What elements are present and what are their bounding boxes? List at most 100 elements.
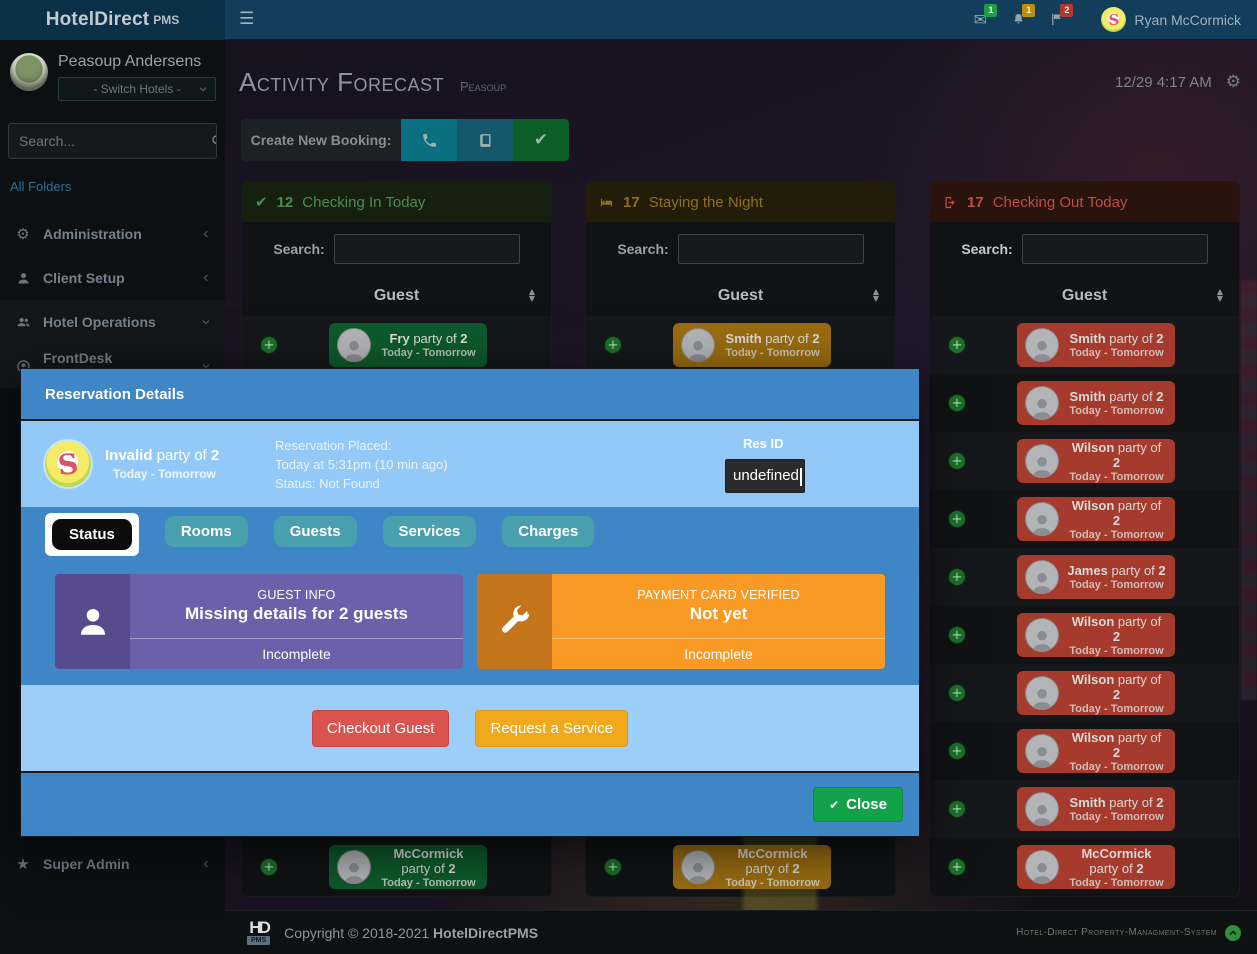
guest-column-header[interactable]: Guest▲▼ bbox=[930, 276, 1239, 316]
checkin-search-input[interactable] bbox=[334, 234, 520, 264]
guest-dates: Today - Tomorrow bbox=[1067, 579, 1167, 591]
status-card-heading: PAYMENT CARD VERIFIED bbox=[637, 588, 800, 602]
guest-pill[interactable]: Wilson party of 2Today - Tomorrow bbox=[1017, 671, 1175, 715]
add-icon[interactable]: + bbox=[948, 510, 966, 528]
add-icon[interactable]: + bbox=[948, 684, 966, 702]
all-folders-link[interactable]: All Folders bbox=[10, 179, 225, 194]
add-icon[interactable]: + bbox=[948, 800, 966, 818]
sidebar-item-super-admin[interactable]: ★Super Admin bbox=[0, 842, 225, 886]
guest-dates: Today - Tomorrow bbox=[1067, 703, 1167, 715]
reservation-placed: Reservation Placed: Today at 5:31pm (10 … bbox=[275, 436, 725, 493]
gear-icon[interactable]: ⚙ bbox=[1226, 74, 1241, 91]
guest-pill[interactable]: Wilson party of 2Today - Tomorrow bbox=[1017, 497, 1175, 541]
add-icon[interactable]: + bbox=[948, 742, 966, 760]
guest-avatar bbox=[1025, 618, 1059, 652]
booking-check-button[interactable]: ✔ bbox=[513, 119, 569, 161]
add-icon[interactable]: + bbox=[948, 626, 966, 644]
add-icon[interactable]: + bbox=[604, 858, 622, 876]
alerts-button[interactable]: 1 bbox=[999, 0, 1037, 40]
add-icon[interactable]: + bbox=[948, 336, 966, 354]
guest-avatar bbox=[1025, 792, 1059, 826]
status-card-status: Incomplete bbox=[130, 638, 463, 669]
staying-search-input[interactable] bbox=[678, 234, 864, 264]
add-icon[interactable]: + bbox=[604, 336, 622, 354]
switch-hotels-select[interactable]: - Switch Hotels - bbox=[58, 77, 216, 101]
guest-pill[interactable]: Wilson party of 2Today - Tomorrow bbox=[1017, 439, 1175, 483]
guest-line: McCormick party of 2 bbox=[1067, 846, 1167, 876]
column-count: 17 bbox=[623, 194, 640, 211]
guest-pill-text: Smith party of 2Today - Tomorrow bbox=[723, 331, 823, 359]
guest-row: + Wilson party of 2Today - Tomorrow bbox=[930, 722, 1239, 780]
guest-line: Wilson party of 2 bbox=[1067, 614, 1167, 644]
tab-charges[interactable]: Charges bbox=[502, 516, 594, 547]
guest-column-header[interactable]: Guest▲▼ bbox=[242, 276, 551, 316]
chevron-left-icon bbox=[201, 273, 211, 283]
app-logo[interactable]: HotelDirect PMS bbox=[0, 0, 225, 40]
sidebar-item-label: Client Setup bbox=[43, 270, 125, 286]
sidebar-item-administration[interactable]: ⚙Administration bbox=[0, 212, 225, 256]
messages-button[interactable]: ✉1 bbox=[961, 0, 999, 40]
brand-text: HotelDirect bbox=[46, 9, 150, 31]
guest-name: Smith bbox=[726, 331, 762, 346]
column-count: 17 bbox=[967, 194, 984, 211]
guest-pill[interactable]: Smith party of 2Today - Tomorrow bbox=[673, 323, 831, 367]
guest-avatar bbox=[681, 328, 715, 362]
guest-pill[interactable]: Wilson party of 2Today - Tomorrow bbox=[1017, 729, 1175, 773]
guest-pill-text: Wilson party of 2Today - Tomorrow bbox=[1067, 730, 1167, 773]
chevron-up-icon[interactable] bbox=[1225, 925, 1241, 941]
guest-dates: Today - Tomorrow bbox=[113, 467, 275, 481]
background-flag-stripes bbox=[1241, 280, 1257, 700]
guest-row: + Smith party of 2Today - Tomorrow bbox=[930, 374, 1239, 432]
booking-phone-button[interactable] bbox=[401, 119, 457, 161]
booking-book-button[interactable] bbox=[457, 119, 513, 161]
guest-avatar bbox=[1025, 560, 1059, 594]
tab-guests[interactable]: Guests bbox=[274, 516, 357, 547]
guest-name: Fry bbox=[389, 331, 409, 346]
create-booking-bar: Create New Booking: ✔ bbox=[241, 119, 569, 161]
checkout-search-input[interactable] bbox=[1022, 234, 1208, 264]
guest-avatar bbox=[337, 328, 371, 362]
hamburger-icon[interactable]: ☰ bbox=[239, 11, 254, 28]
close-button[interactable]: ✔ Close bbox=[813, 787, 903, 822]
create-booking-label: Create New Booking: bbox=[241, 119, 401, 161]
res-id-block: Res ID undefined bbox=[725, 436, 895, 493]
tab-active-wrap[interactable]: Status bbox=[45, 513, 139, 556]
res-id-input[interactable]: undefined bbox=[725, 459, 805, 493]
tab-rooms[interactable]: Rooms bbox=[165, 516, 248, 547]
text-caret bbox=[800, 468, 802, 486]
guest-pill[interactable]: Smith party of 2Today - Tomorrow bbox=[1017, 381, 1175, 425]
add-icon[interactable]: + bbox=[260, 336, 278, 354]
guest-pill[interactable]: Fry party of 2Today - Tomorrow bbox=[329, 323, 487, 367]
guest-pill[interactable]: Smith party of 2Today - Tomorrow bbox=[1017, 323, 1175, 367]
guest-header-label: Guest bbox=[374, 287, 419, 305]
request-service-button[interactable]: Request a Service bbox=[475, 710, 628, 747]
chevron-down-icon bbox=[198, 84, 208, 94]
guest-pill[interactable]: McCormick party of 2Today - Tomorrow bbox=[673, 845, 831, 889]
switch-hotels-label: - Switch Hotels - bbox=[93, 82, 180, 96]
guest-dates: Today - Tomorrow bbox=[1067, 877, 1167, 889]
guest-pill[interactable]: McCormick party of 2Today - Tomorrow bbox=[1017, 845, 1175, 889]
user-menu[interactable]: S Ryan McCormick bbox=[1101, 7, 1241, 32]
add-icon[interactable]: + bbox=[260, 858, 278, 876]
search-label: Search: bbox=[961, 241, 1012, 257]
sidebar-item-hotel-operations[interactable]: Hotel Operations bbox=[0, 300, 225, 344]
tab-status[interactable]: Status bbox=[52, 519, 132, 550]
guest-row: + Wilson party of 2Today - Tomorrow bbox=[930, 664, 1239, 722]
flags-button[interactable]: 2 bbox=[1037, 0, 1075, 40]
add-icon[interactable]: + bbox=[948, 568, 966, 586]
guest-column-header[interactable]: Guest▲▼ bbox=[586, 276, 895, 316]
tab-services[interactable]: Services bbox=[383, 516, 477, 547]
add-icon[interactable]: + bbox=[948, 452, 966, 470]
guest-pill[interactable]: Smith party of 2Today - Tomorrow bbox=[1017, 787, 1175, 831]
sidebar-search-input[interactable] bbox=[9, 124, 210, 158]
modal-body: StatusRoomsGuestsServicesCharges GUEST I… bbox=[21, 507, 919, 685]
checkout-guest-button[interactable]: Checkout Guest bbox=[312, 710, 450, 747]
search-icon[interactable] bbox=[210, 124, 217, 158]
guest-pill[interactable]: James party of 2Today - Tomorrow bbox=[1017, 555, 1175, 599]
add-icon[interactable]: + bbox=[948, 858, 966, 876]
sidebar-item-client-setup[interactable]: Client Setup bbox=[0, 256, 225, 300]
add-icon[interactable]: + bbox=[948, 394, 966, 412]
guest-pill[interactable]: Wilson party of 2Today - Tomorrow bbox=[1017, 613, 1175, 657]
guest-pill[interactable]: McCormick party of 2Today - Tomorrow bbox=[329, 845, 487, 889]
guest-avatar bbox=[1025, 328, 1059, 362]
